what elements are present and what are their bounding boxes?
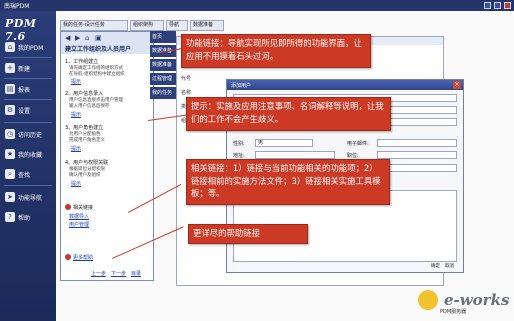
- maximize-icon[interactable]: [494, 2, 501, 9]
- help-panel-header: ◀ ▶ ⌂ ▣ 建立工作组织及人员用户: [61, 32, 153, 54]
- nav-item-new[interactable]: + 新建: [0, 59, 56, 77]
- nav-item-my-pdm[interactable]: ⌂ 我的PDM: [0, 38, 56, 56]
- help-title: 建立工作组织及人员用户: [65, 46, 132, 53]
- close-icon[interactable]: [504, 2, 511, 9]
- history-icon: ◷: [5, 129, 15, 139]
- position-label: 职位:: [347, 153, 359, 159]
- quick-strip: 首页 数据准备 数据准备 过程管理 我的任务: [150, 31, 176, 101]
- help-panel: ◀ ▶ ⌂ ▣ 建立工作组织及人员用户 1、工作组建立 请先确定工作组的组织方式…: [60, 31, 154, 281]
- related-links-heading: 相关链接: [73, 205, 94, 211]
- divider: [4, 99, 52, 100]
- strip-my-task[interactable]: 我的任务: [150, 87, 176, 99]
- address-label: 地址:: [233, 153, 245, 159]
- position-field[interactable]: [377, 151, 457, 159]
- field-label-name: 名称: [181, 90, 192, 96]
- search-icon: ⌕: [5, 169, 15, 179]
- forward-arrow-icon[interactable]: ▶: [75, 35, 82, 42]
- status-bar: PDM服务器: [440, 309, 467, 315]
- cancel-button[interactable]: 取消: [445, 263, 454, 271]
- divider: [4, 185, 52, 186]
- help-step-text: 完成用户角色定义: [69, 138, 105, 143]
- strip-home[interactable]: 首页: [150, 31, 176, 43]
- home-icon: ⌂: [5, 42, 15, 52]
- gender-select[interactable]: 男: [255, 139, 313, 147]
- help-step-text: 确认用户及组织: [69, 173, 101, 178]
- dialog-titlebar: 添加用户 ×: [227, 80, 463, 90]
- nav-label: 设置: [18, 108, 31, 115]
- window-titlebar: 南瑞PDM: [0, 0, 514, 11]
- close-icon[interactable]: ×: [453, 81, 461, 89]
- watermark-text: e-works: [444, 291, 510, 309]
- nav-item-history[interactable]: ◷ 访问历史: [0, 125, 56, 143]
- nav-label: 报表: [18, 87, 31, 94]
- gear-icon: ⚙: [5, 105, 15, 115]
- ok-button[interactable]: 确定: [431, 263, 440, 271]
- help-step-heading: 3、用户角色建立: [65, 125, 104, 131]
- tab-strip: 我的任务-设计任务 组织架构 导航 数据准备: [60, 20, 360, 31]
- prev-link[interactable]: 上一步: [91, 270, 106, 277]
- help-step-text: 输入用户信息后保存: [69, 104, 110, 109]
- related-link-data-import[interactable]: 数据导入: [69, 213, 89, 220]
- nav-label: 我的PDM: [18, 45, 44, 52]
- minimize-icon[interactable]: [484, 2, 491, 9]
- nav-label: 访问历史: [18, 132, 43, 139]
- divider: [4, 78, 52, 79]
- divider: [4, 122, 52, 123]
- nav-label: 帮助: [18, 215, 31, 222]
- toc-link[interactable]: 目录: [131, 270, 141, 277]
- print-icon[interactable]: ▣: [95, 35, 102, 42]
- callout-function-link: 功能链接：导航实现所见即所得的功能界面，让应用不用摸着石头过河。: [181, 34, 371, 68]
- callout-related-links: 相关链接：1）链接与当前功能相关的功能项；2）链接相前的实施方法文件；3）链接相…: [186, 159, 390, 205]
- help-step-heading: 4、用户与权限关联: [65, 160, 109, 166]
- nav-label: 我的收藏: [18, 152, 43, 159]
- related-links-icon: [65, 204, 71, 210]
- tab-data-prep[interactable]: 数据准备: [190, 20, 224, 31]
- related-link-user-mgmt[interactable]: 用户管理: [69, 221, 89, 228]
- report-icon: ▤: [5, 84, 15, 94]
- more-help-icon: [65, 254, 71, 260]
- home-icon[interactable]: ⌂: [85, 35, 92, 42]
- strip-data-prep-2[interactable]: 数据准备: [150, 59, 176, 71]
- window-title: 南瑞PDM: [4, 3, 30, 10]
- nav-label: 查找: [18, 172, 31, 179]
- nav-item-favorites[interactable]: ★ 我的收藏: [0, 145, 56, 163]
- nav-label: 新建: [18, 66, 31, 73]
- dialog-title: 添加用户: [231, 83, 252, 89]
- nav-item-function-nav[interactable]: ➤ 功能导航: [0, 188, 56, 206]
- star-icon: ★: [5, 149, 15, 159]
- next-link[interactable]: 下一步: [111, 270, 126, 277]
- sidebar: PDM 7.6 ⌂ 我的PDM + 新建 ▤ 报表 ⚙ 设置 ◷ 访问历史 ★ …: [0, 11, 56, 321]
- help-tip-link[interactable]: 提示: [71, 180, 81, 187]
- help-tip-link[interactable]: 提示: [71, 111, 81, 118]
- help-tip-link[interactable]: 提示: [71, 78, 81, 85]
- strip-process[interactable]: 过程管理: [150, 73, 176, 85]
- help-icon: ?: [5, 212, 15, 222]
- tab-org[interactable]: 组织架构: [130, 20, 164, 31]
- more-help-link[interactable]: 更多帮助: [73, 254, 93, 261]
- navigation-icon: ➤: [5, 192, 15, 202]
- tab-my-task[interactable]: 我的任务-设计任务: [60, 20, 128, 31]
- address-field[interactable]: [255, 151, 335, 159]
- nav-label: 功能导航: [18, 195, 43, 202]
- callout-tips: 提示：实施及应用注意事项、名词解释等说明，让我们的工作不会产生歧义。: [186, 97, 391, 131]
- new-document-icon: +: [5, 63, 15, 73]
- nav-item-search[interactable]: ⌕ 查找: [0, 165, 56, 183]
- email-label: 电子邮件:: [347, 141, 369, 147]
- divider: [4, 57, 52, 58]
- nav-item-settings[interactable]: ⚙ 设置: [0, 101, 56, 119]
- help-step-text: 在导航-组织结构中建立组织: [69, 72, 125, 77]
- help-step-heading: 1、工作组建立: [65, 59, 99, 65]
- gender-label: 性别:: [233, 141, 245, 147]
- callout-more-help: 更详尽的帮助链接: [188, 224, 308, 244]
- field-label-code: 代号: [181, 76, 192, 82]
- email-field[interactable]: [377, 139, 457, 147]
- help-tip-link[interactable]: 提示: [71, 145, 81, 152]
- nav-item-report[interactable]: ▤ 报表: [0, 80, 56, 98]
- back-arrow-icon[interactable]: ◀: [65, 35, 72, 42]
- tab-nav[interactable]: 导航: [166, 20, 188, 31]
- nav-item-help[interactable]: ? 帮助: [0, 208, 56, 226]
- help-step-heading: 2、用户信息录入: [65, 91, 104, 97]
